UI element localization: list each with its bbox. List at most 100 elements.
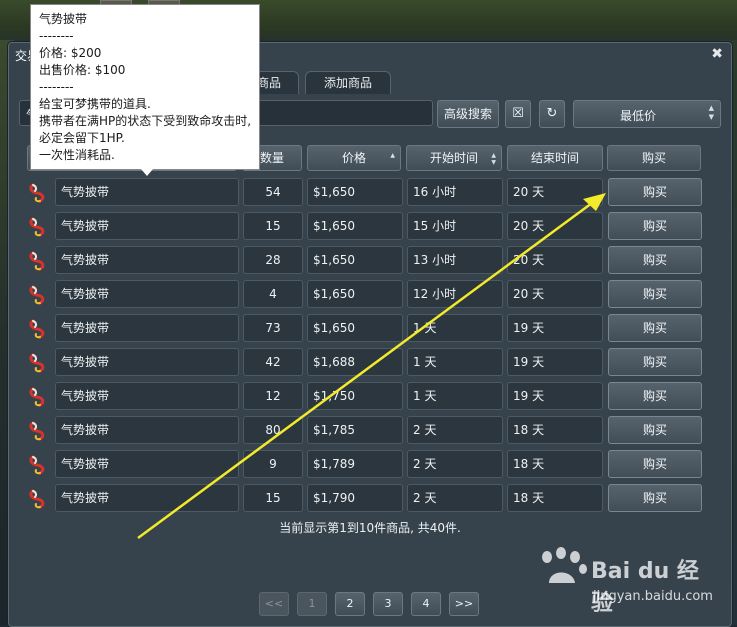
item-name-cell[interactable]: 气势披带 [55, 280, 239, 308]
start-time-cell: 12 小时 [407, 280, 503, 308]
start-time-cell: 1 天 [407, 348, 503, 376]
table-row: 气势披带 15 $1,650 15 小时 20 天购买 [9, 212, 731, 242]
price-cell: $1,785 [307, 416, 403, 444]
table-row: 气势披带 54 $1,650 16 小时 20 天购买 [9, 178, 731, 208]
table-row: 气势披带 15 $1,790 2 天 18 天购买 [9, 484, 731, 514]
focus-sash-icon [29, 421, 45, 441]
tab-add-item[interactable]: 添加商品 [305, 71, 391, 94]
table-row: 气势披带 80 $1,785 2 天 18 天购买 [9, 416, 731, 446]
sort-arrows-icon: ▲ ▼ [491, 152, 496, 166]
pagination-page-1[interactable]: 1 [297, 592, 327, 616]
column-header-start-time[interactable]: 开始时间 ▲ ▼ [406, 145, 502, 171]
table-row: 气势披带 9 $1,789 2 天 18 天购买 [9, 450, 731, 480]
buy-button[interactable]: 购买 [608, 450, 702, 478]
table-row: 气势披带 73 $1,650 1 天 19 天购买 [9, 314, 731, 344]
tooltip-line: -------- [39, 29, 74, 43]
buy-button[interactable]: 购买 [608, 484, 702, 512]
focus-sash-icon [29, 285, 45, 305]
sort-select[interactable]: 最低价 ▲ ▼ [573, 100, 721, 128]
end-time-cell: 20 天 [507, 246, 603, 274]
end-time-cell: 20 天 [507, 212, 603, 240]
pagination-first-button[interactable]: << [259, 592, 289, 616]
quantity-cell: 54 [243, 178, 303, 206]
paw-logo-icon [542, 547, 587, 583]
item-name-cell[interactable]: 气势披带 [55, 484, 239, 512]
price-cell: $1,750 [307, 382, 403, 410]
tooltip-tail [141, 169, 153, 176]
price-cell: $1,650 [307, 178, 403, 206]
start-time-cell: 2 天 [407, 416, 503, 444]
watermark-url: jingyan.baidu.com [593, 589, 713, 604]
price-cell: $1,650 [307, 314, 403, 342]
table-row: 气势披带 42 $1,688 1 天 19 天购买 [9, 348, 731, 378]
item-name-cell[interactable]: 气势披带 [55, 450, 239, 478]
pagination-page-2[interactable]: 2 [335, 592, 365, 616]
item-name-cell[interactable]: 气势披带 [55, 178, 239, 206]
quantity-cell: 15 [243, 212, 303, 240]
tooltip-line: -------- [39, 80, 74, 94]
buy-button[interactable]: 购买 [608, 416, 702, 444]
focus-sash-icon [29, 489, 45, 509]
quantity-cell: 73 [243, 314, 303, 342]
quantity-cell: 42 [243, 348, 303, 376]
price-cell: $1,650 [307, 280, 403, 308]
focus-sash-icon [29, 217, 45, 237]
end-time-cell: 20 天 [507, 178, 603, 206]
buy-button[interactable]: 购买 [608, 382, 702, 410]
quantity-cell: 9 [243, 450, 303, 478]
quantity-cell: 12 [243, 382, 303, 410]
pagination-page-4[interactable]: 4 [411, 592, 441, 616]
end-time-cell: 18 天 [507, 484, 603, 512]
item-name-cell[interactable]: 气势披带 [55, 246, 239, 274]
baidu-watermark: Bai du 经验 jingyan.baidu.com [533, 547, 713, 616]
quantity-cell: 28 [243, 246, 303, 274]
column-header-quantity-label: 数量 [259, 151, 284, 165]
quantity-cell: 80 [243, 416, 303, 444]
item-name-cell[interactable]: 气势披带 [55, 382, 239, 410]
pagination-next-button[interactable]: >> [449, 592, 479, 616]
buy-button[interactable]: 购买 [608, 314, 702, 342]
quantity-cell: 15 [243, 484, 303, 512]
buy-button[interactable]: 购买 [608, 348, 702, 376]
focus-sash-icon [29, 251, 45, 271]
column-header-price[interactable]: 价格 ▲ [307, 145, 401, 171]
column-header-buy: 购买 [607, 145, 701, 171]
item-name-cell[interactable]: 气势披带 [55, 348, 239, 376]
advanced-search-button[interactable]: 高级搜索 [437, 100, 499, 128]
tooltip-line: 给宝可梦携带的道具. [39, 97, 151, 111]
results-summary: 当前显示第1到10件商品, 共40件. [279, 521, 461, 535]
refresh-icon[interactable]: ↻ [539, 100, 565, 128]
tooltip-line: 携带者在满HP的状态下受到致命攻击时, [39, 114, 252, 128]
item-name-cell[interactable]: 气势披带 [55, 416, 239, 444]
updown-arrows-icon: ▲ ▼ [708, 104, 714, 121]
price-cell: $1,650 [307, 212, 403, 240]
close-icon[interactable]: ✖ [711, 46, 723, 62]
tooltip-line: 出售价格: $100 [39, 63, 126, 77]
pagination-page-3[interactable]: 3 [373, 592, 403, 616]
tooltip-line: 一次性消耗品. [39, 148, 115, 162]
end-time-cell: 18 天 [507, 450, 603, 478]
focus-sash-icon [29, 319, 45, 339]
focus-sash-icon [29, 353, 45, 373]
price-cell: $1,789 [307, 450, 403, 478]
buy-button[interactable]: 购买 [608, 212, 702, 240]
column-header-price-label: 价格 [341, 151, 366, 165]
sort-arrow-icon: ▲ [390, 152, 395, 159]
item-name-cell[interactable]: 气势披带 [55, 212, 239, 240]
end-time-cell: 18 天 [507, 416, 603, 444]
table-row: 气势披带 28 $1,650 13 小时 20 天购买 [9, 246, 731, 276]
buy-button[interactable]: 购买 [608, 178, 702, 206]
item-name-cell[interactable]: 气势披带 [55, 314, 239, 342]
clear-icon[interactable]: ☒ [505, 100, 531, 128]
focus-sash-icon [29, 183, 45, 203]
column-header-end-time[interactable]: 结束时间 [507, 145, 603, 171]
buy-button[interactable]: 购买 [608, 280, 702, 308]
column-header-start-label: 开始时间 [429, 151, 478, 165]
quantity-cell: 4 [243, 280, 303, 308]
tooltip-line: 气势披带 [39, 12, 88, 26]
sort-selected-value: 最低价 [619, 109, 656, 123]
item-tooltip: 气势披带 -------- 价格: $200 出售价格: $100 -------- 给宝… [30, 4, 260, 170]
tooltip-line: 价格: $200 [39, 46, 102, 60]
end-time-cell: 19 天 [507, 348, 603, 376]
buy-button[interactable]: 购买 [608, 246, 702, 274]
